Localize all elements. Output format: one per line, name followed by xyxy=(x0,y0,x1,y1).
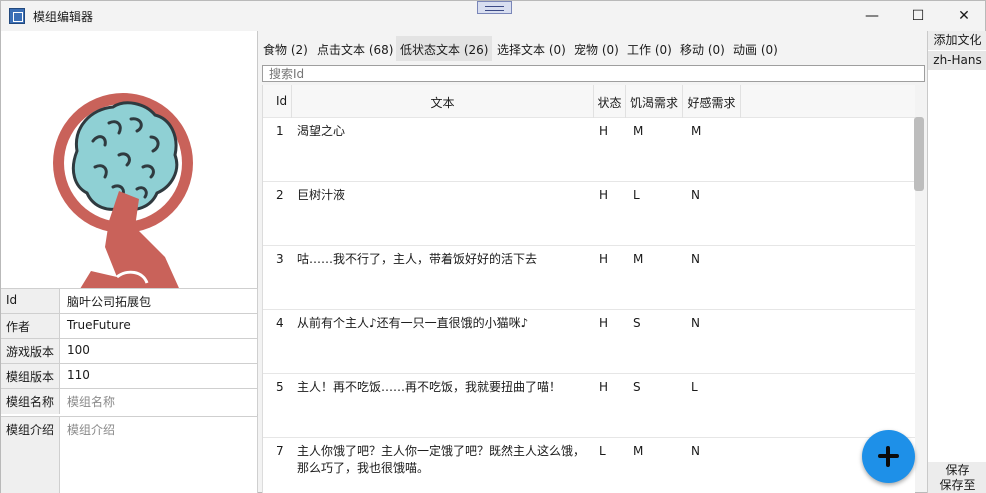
game-version-field[interactable]: 100 xyxy=(60,339,258,364)
row-hunger: S xyxy=(633,316,641,330)
row-text: 巨树汁液 xyxy=(297,188,346,202)
row-id: 7 xyxy=(276,444,284,458)
tab-select-text[interactable]: 选择文本 (0) xyxy=(493,36,570,61)
header-favor[interactable]: 好感需求 xyxy=(683,85,741,118)
window-title: 模组编辑器 xyxy=(33,10,94,24)
row-favor: N xyxy=(691,188,700,202)
row-text: 主人！再不吃饭……再不吃饭，我就要扭曲了喵！ xyxy=(297,380,562,394)
row-state: H xyxy=(599,124,609,138)
prop-row-id: Id 脑叶公司拓展包 xyxy=(1,288,258,314)
tab-work[interactable]: 工作 (0) xyxy=(623,36,676,61)
prop-label-id: Id xyxy=(1,289,60,314)
row-id: 3 xyxy=(276,252,284,266)
row-state: H xyxy=(599,316,609,330)
add-culture-button[interactable]: 添加文化 xyxy=(928,31,986,50)
title-bar[interactable]: 模组编辑器 — ☐ ✕ xyxy=(1,1,985,31)
row-hunger: S xyxy=(633,380,641,394)
prop-label-mod-version: 模组版本 xyxy=(1,364,60,389)
prop-row-mod-name: 模组名称 模组名称 xyxy=(1,388,258,414)
save-as-button[interactable]: 保存至 xyxy=(928,478,986,493)
mod-editor-window: 模组编辑器 — ☐ ✕ Id 脑叶公司拓展包 作者 TrueFuture 游戏版… xyxy=(0,0,986,493)
prop-row-mod-version: 模组版本 110 xyxy=(1,363,258,389)
header-text[interactable]: 文本 xyxy=(292,85,594,118)
mod-logo-image xyxy=(53,93,193,297)
maximize-button[interactable]: ☐ xyxy=(895,1,941,31)
grid-header: Id 文本 状态 饥渴需求 好感需求 xyxy=(263,85,915,118)
mod-version-field[interactable]: 110 xyxy=(60,364,258,389)
table-row[interactable]: 4 从前有个主人♪还有一只一直很饿的小猫咪♪ H S N xyxy=(263,310,915,374)
table-row[interactable]: 2 巨树汁液 H L N xyxy=(263,182,915,246)
row-text: 主人你饿了吧？主人你一定饿了吧？既然主人这么饿， xyxy=(297,444,586,458)
app-icon xyxy=(9,8,25,24)
tab-move[interactable]: 移动 (0) xyxy=(676,36,729,61)
prop-row-game-version: 游戏版本 100 xyxy=(1,338,258,364)
close-button[interactable]: ✕ xyxy=(941,1,986,31)
row-text: 渴望之心 xyxy=(297,124,346,138)
prop-label-mod-name: 模组名称 xyxy=(1,389,60,414)
row-text-line2: 那么巧了，我也很饿喵。 xyxy=(297,461,430,475)
prop-label-mod-desc: 模组介绍 xyxy=(1,417,60,493)
minimize-button[interactable]: — xyxy=(849,1,895,31)
row-text: 咕……我不行了，主人，带着饭好好的活下去 xyxy=(297,252,538,266)
id-field[interactable]: 脑叶公司拓展包 xyxy=(60,289,258,314)
prop-row-author: 作者 TrueFuture xyxy=(1,313,258,339)
search-input[interactable] xyxy=(262,65,925,82)
table-row[interactable]: 1 渴望之心 H M M xyxy=(263,118,915,182)
culture-item-zh-hans[interactable]: zh-Hans xyxy=(928,51,986,70)
header-hunger[interactable]: 饥渴需求 xyxy=(626,85,683,118)
mod-info-panel: Id 脑叶公司拓展包 作者 TrueFuture 游戏版本 100 模组版本 1… xyxy=(1,31,258,493)
mod-desc-field[interactable]: 模组介绍 xyxy=(60,417,258,493)
row-state: H xyxy=(599,188,609,202)
row-id: 5 xyxy=(276,380,284,394)
row-favor: N xyxy=(691,252,700,266)
drag-handle-icon[interactable] xyxy=(477,1,512,14)
add-item-button[interactable] xyxy=(862,430,915,483)
row-favor: M xyxy=(691,124,702,138)
tab-animation[interactable]: 动画 (0) xyxy=(729,36,782,61)
tab-low-state-text[interactable]: 低状态文本 (26) xyxy=(396,36,493,61)
tab-food[interactable]: 食物 (2) xyxy=(259,36,312,61)
table-row[interactable]: 3 咕……我不行了，主人，带着饭好好的活下去 H M N xyxy=(263,246,915,310)
prop-label-author: 作者 xyxy=(1,314,60,339)
prop-label-game-version: 游戏版本 xyxy=(1,339,60,364)
culture-panel: 添加文化 zh-Hans 保存 保存至 xyxy=(927,31,986,493)
tab-pet[interactable]: 宠物 (0) xyxy=(570,36,623,61)
save-button[interactable]: 保存 xyxy=(928,462,986,478)
row-hunger: M xyxy=(633,444,644,458)
tab-click-text[interactable]: 点击文本 (68) xyxy=(313,36,397,61)
table-row[interactable]: 7 主人你饿了吧？主人你一定饿了吧？既然主人这么饿， 那么巧了，我也很饿喵。 L… xyxy=(263,438,915,493)
row-id: 4 xyxy=(276,316,284,330)
table-row[interactable]: 5 主人！再不吃饭……再不吃饭，我就要扭曲了喵！ H S L xyxy=(263,374,915,438)
row-hunger: M xyxy=(633,252,644,266)
row-state: L xyxy=(599,444,606,458)
row-hunger: M xyxy=(633,124,644,138)
row-id: 2 xyxy=(276,188,284,202)
row-state: H xyxy=(599,252,609,266)
author-field[interactable]: TrueFuture xyxy=(60,314,258,339)
row-hunger: L xyxy=(633,188,640,202)
row-state: H xyxy=(599,380,609,394)
row-favor: L xyxy=(691,380,698,394)
row-favor: N xyxy=(691,316,700,330)
row-id: 1 xyxy=(276,124,284,138)
header-state[interactable]: 状态 xyxy=(594,85,626,118)
prop-row-mod-desc: 模组介绍 模组介绍 xyxy=(1,416,258,493)
row-text: 从前有个主人♪还有一只一直很饿的小猫咪♪ xyxy=(297,316,529,330)
mod-name-field[interactable]: 模组名称 xyxy=(60,389,258,414)
grid-scrollbar[interactable] xyxy=(914,117,924,191)
header-id[interactable]: Id xyxy=(263,85,292,118)
row-favor: N xyxy=(691,444,700,458)
low-state-text-grid: Id 文本 状态 饥渴需求 好感需求 1 渴望之心 H M M 2 巨树汁液 H… xyxy=(262,85,915,493)
